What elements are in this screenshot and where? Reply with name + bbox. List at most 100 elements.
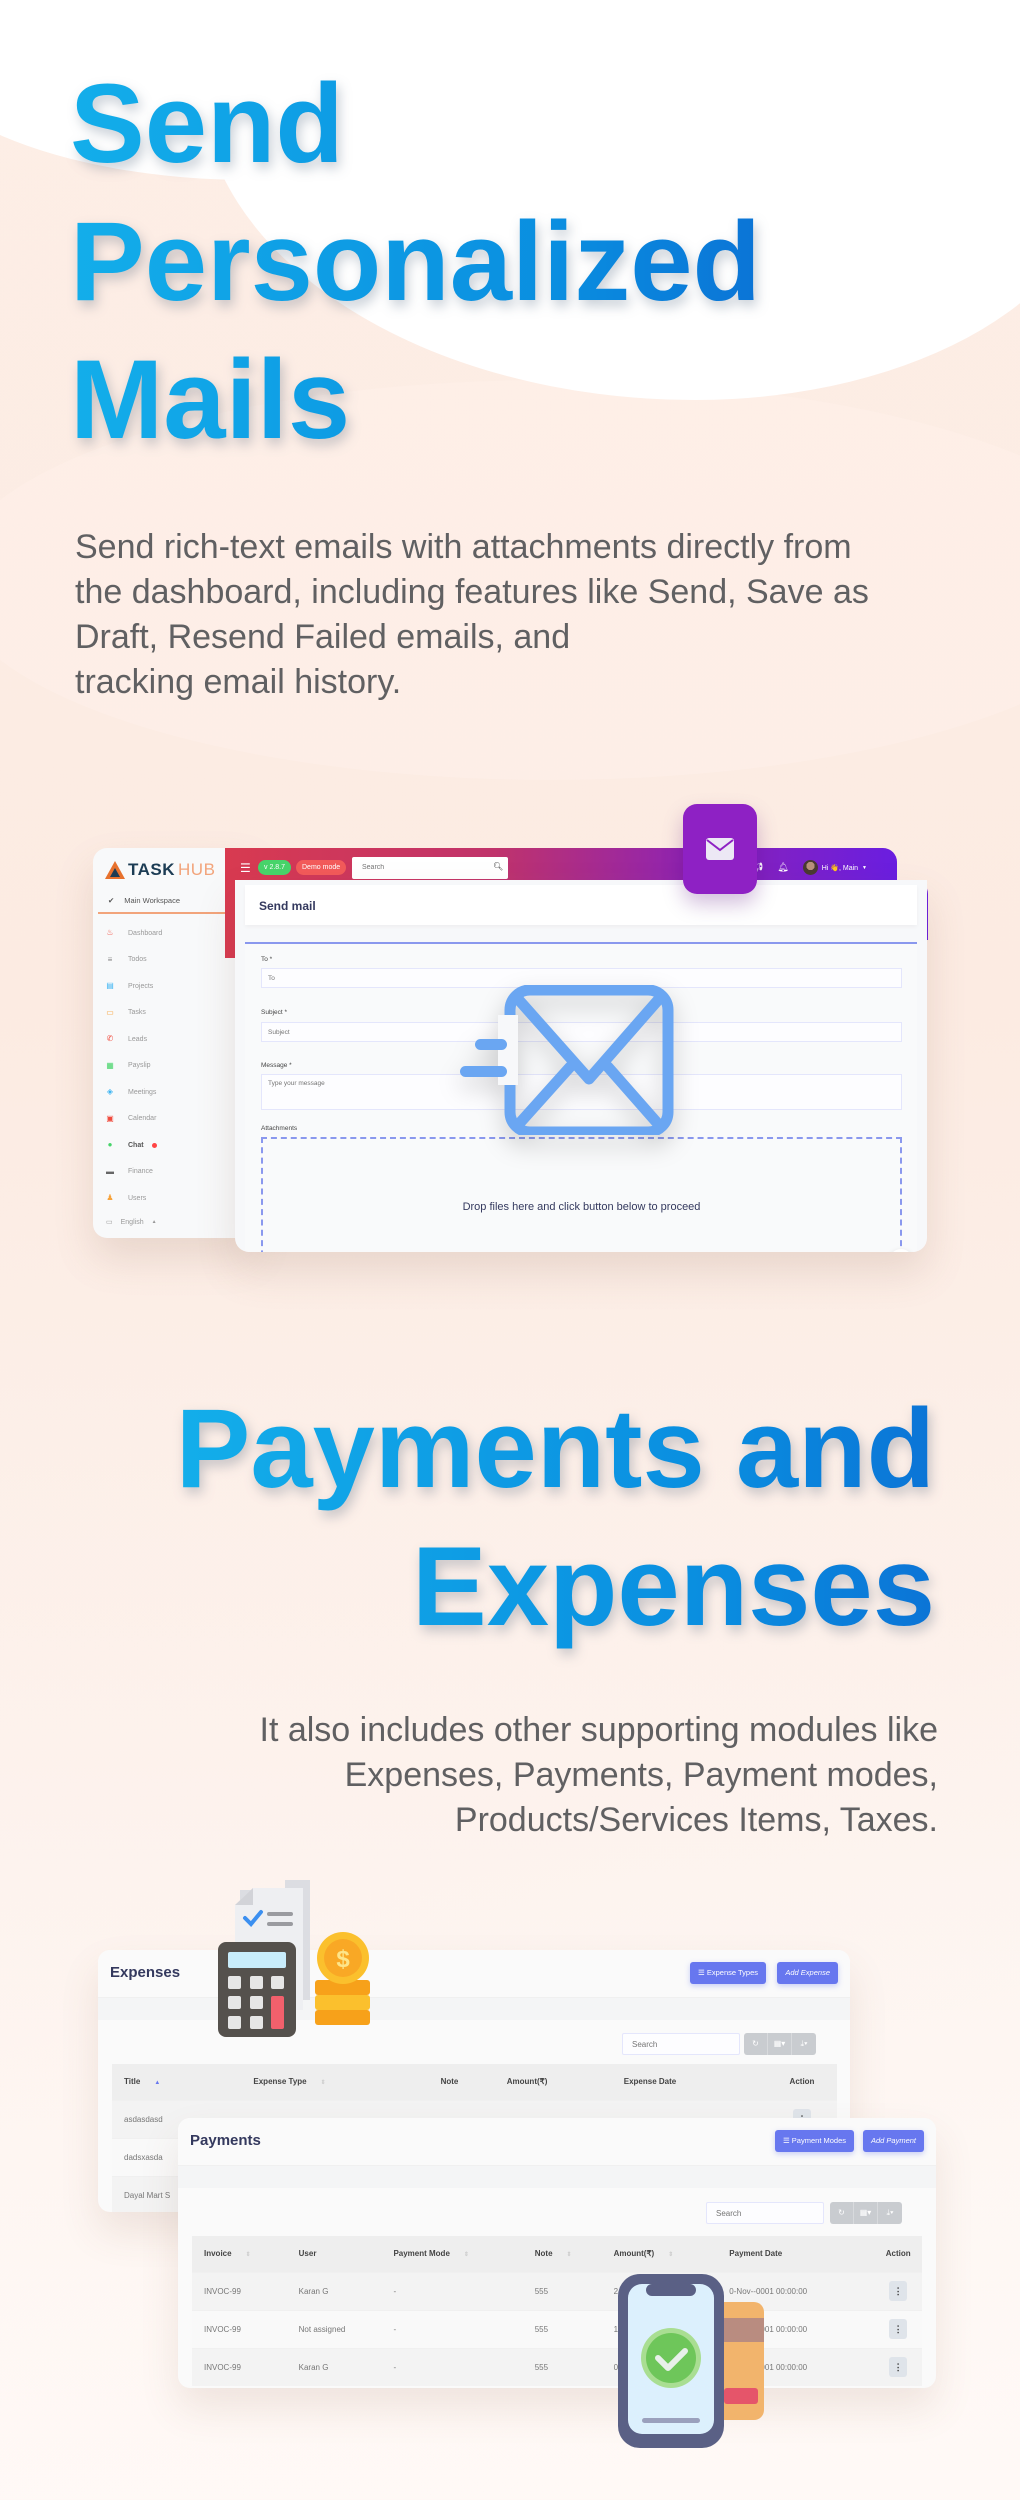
- download-icon[interactable]: ⤓▾: [878, 2202, 902, 2224]
- sidebar-item-chat[interactable]: ● Chat: [93, 1132, 253, 1159]
- payments-card: Payments ☰ Payment Modes Add Payment ↻ ▦…: [178, 2118, 936, 2388]
- note-cell: 555: [522, 2347, 602, 2386]
- invoice-cell-text: INVOC-99: [204, 2324, 241, 2334]
- sort-icon[interactable]: ▲: [154, 2080, 160, 2086]
- sort-icon[interactable]: ⇕: [668, 2252, 673, 2258]
- sidebar-item-label: Todos: [128, 956, 147, 964]
- invoice-cell-text: INVOC-99: [204, 2362, 241, 2372]
- invoice-cell-text: INVOC-99: [204, 2286, 241, 2296]
- payment-modes-button[interactable]: ☰ Payment Modes: [775, 2130, 854, 2152]
- language-selector[interactable]: ▭ English ▲: [106, 1218, 157, 1227]
- phone-icon: ✆: [106, 1034, 114, 1044]
- header-divider: [98, 1998, 850, 2020]
- page-title-bar: Send mail: [245, 885, 917, 925]
- note-cell-text: 555: [534, 2286, 549, 2296]
- columns-icon[interactable]: ▦▾: [854, 2202, 878, 2224]
- sidebar-item-label: Finance: [128, 1168, 153, 1176]
- description-line: Draft, Resend Failed emails, and: [75, 618, 571, 656]
- mode-cell-text: -: [393, 2324, 397, 2334]
- sidebar-item-tasks[interactable]: ▭ Tasks: [93, 1000, 253, 1027]
- calendar-icon: ▣: [106, 1113, 114, 1123]
- header-search-input[interactable]: [352, 857, 508, 879]
- user-greeting: Hi 👋, Main: [821, 864, 859, 872]
- row-actions-button[interactable]: ⋮: [889, 2281, 908, 2301]
- description-line: Expenses, Payments, Payment modes,: [344, 1756, 938, 1794]
- column-header: Invoice ⇕: [192, 2236, 287, 2272]
- add-payment-button[interactable]: Add Payment: [862, 2130, 924, 2152]
- row-actions-button[interactable]: ⋮: [889, 2319, 908, 2339]
- sort-icon[interactable]: ⇕: [321, 2080, 326, 2086]
- column-header-text: Amount(₹): [613, 2249, 655, 2259]
- note-cell: 555: [522, 2309, 602, 2348]
- sidebar-menu: ♨Dashboard≡Todos▤Projects▼▭Tasks✆Leads▦P…: [93, 920, 253, 1212]
- calculator-coins-illustration: $: [218, 1880, 370, 2037]
- caret-up-icon: ▲: [151, 1219, 157, 1225]
- message-label: Message *: [261, 1062, 292, 1069]
- row-actions-button[interactable]: ⋮: [889, 2357, 908, 2378]
- column-header-text: Action: [789, 2077, 815, 2087]
- column-header-text: Expense Type: [253, 2077, 307, 2087]
- chat-icon: ●: [107, 1140, 113, 1150]
- sidebar-item-finance[interactable]: ▬Finance▼: [93, 1159, 253, 1186]
- column-header-text: Expense Date: [623, 2077, 677, 2087]
- version-badge: v 2.8.7: [258, 860, 292, 875]
- sidebar-item-projects[interactable]: ▤Projects▼: [93, 973, 253, 1000]
- send-envelope-icon: [460, 985, 674, 1135]
- check-icon: ✔: [108, 895, 115, 905]
- payments-title: Payments: [190, 2132, 261, 2149]
- notification-dot: [151, 1142, 157, 1148]
- expense-types-button[interactable]: ☰ Expense Types: [690, 1962, 766, 1984]
- add-expense-button[interactable]: Add Expense: [777, 1962, 838, 1984]
- attachments-dropzone[interactable]: Drop files here and click button below t…: [261, 1137, 902, 1252]
- column-header: Note: [428, 2064, 495, 2100]
- taskhub-logo[interactable]: TASK HUB: [105, 860, 215, 880]
- expenses-search-input[interactable]: [622, 2033, 740, 2055]
- mode-cell-text: -: [393, 2362, 397, 2372]
- sidebar-item-label: Dashboard: [128, 929, 163, 937]
- dropzone-text: Drop files here and click button below t…: [462, 1201, 701, 1213]
- sidebar-item-label: Tasks: [128, 1009, 146, 1017]
- sidebar-item-users[interactable]: ♟ Users: [93, 1185, 253, 1212]
- expenses-table-tools: ↻ ▦▾ ⤓▾: [744, 2033, 816, 2055]
- title-cell-text: asdasdasd: [124, 2114, 163, 2124]
- user-menu[interactable]: Hi 👋, Main ▼: [802, 860, 867, 875]
- menu-toggle-icon[interactable]: ☰: [240, 861, 251, 875]
- note-cell-text: 555: [534, 2324, 549, 2334]
- invoice-cell: INVOC-99: [192, 2347, 287, 2386]
- sort-icon[interactable]: ⇕: [464, 2252, 469, 2258]
- page-title: Send mail: [259, 899, 316, 913]
- payments-header: Payments ☰ Payment Modes Add Payment: [178, 2118, 936, 2166]
- bell-icon[interactable]: 🔔︎: [777, 862, 788, 873]
- workspace-name: Main Workspace: [124, 895, 181, 905]
- column-header-text: Payment Mode: [393, 2249, 450, 2259]
- file-icon: ▤: [106, 981, 114, 991]
- sidebar-item-label: Projects: [128, 982, 154, 990]
- table-row: INVOC-99 Karan G -555 2 0-Nov--0001 00:00:00…: [192, 2271, 922, 2310]
- download-icon[interactable]: ⤓▾: [792, 2033, 816, 2055]
- payments-search-input[interactable]: [706, 2202, 824, 2224]
- svg-text:$: $: [336, 1946, 350, 1973]
- send-mails-description: Send rich-text emails with attachments d…: [75, 525, 975, 705]
- columns-icon[interactable]: ▦▾: [768, 2033, 792, 2055]
- logo-text: TASK: [128, 860, 176, 879]
- sort-icon[interactable]: ⇕: [567, 2252, 572, 2258]
- payments-expenses-heading: Payments and Expenses: [176, 1380, 935, 1656]
- sort-icon[interactable]: ⇕: [246, 2252, 251, 2258]
- mode-cell-text: -: [393, 2286, 397, 2296]
- column-header: User: [286, 2236, 382, 2272]
- user-cell: Not assigned: [286, 2309, 382, 2348]
- envelope-icon: [706, 838, 734, 860]
- sidebar-item-label: Calendar: [128, 1115, 157, 1123]
- refresh-icon[interactable]: ↻: [830, 2202, 854, 2224]
- send-mails-heading: Send Personalized Mails: [70, 55, 761, 469]
- sidebar-item-calendar[interactable]: ▣ Calendar: [93, 1106, 253, 1133]
- search-icon[interactable]: 🔍︎: [493, 862, 503, 871]
- refresh-icon[interactable]: ↻: [744, 2033, 768, 2055]
- column-header: Payment Date: [717, 2236, 863, 2272]
- sidebar-item-payslip[interactable]: ▦ Payslip: [93, 1053, 253, 1080]
- phone-payment-illustration: [618, 2274, 764, 2448]
- calculator-icon: [218, 1942, 296, 2037]
- sidebar-item-leads[interactable]: ✆ Leads: [93, 1026, 253, 1053]
- sidebar-item-meetings[interactable]: ◈ Meetings: [93, 1079, 253, 1106]
- user-cell-text: Karan G: [298, 2362, 329, 2372]
